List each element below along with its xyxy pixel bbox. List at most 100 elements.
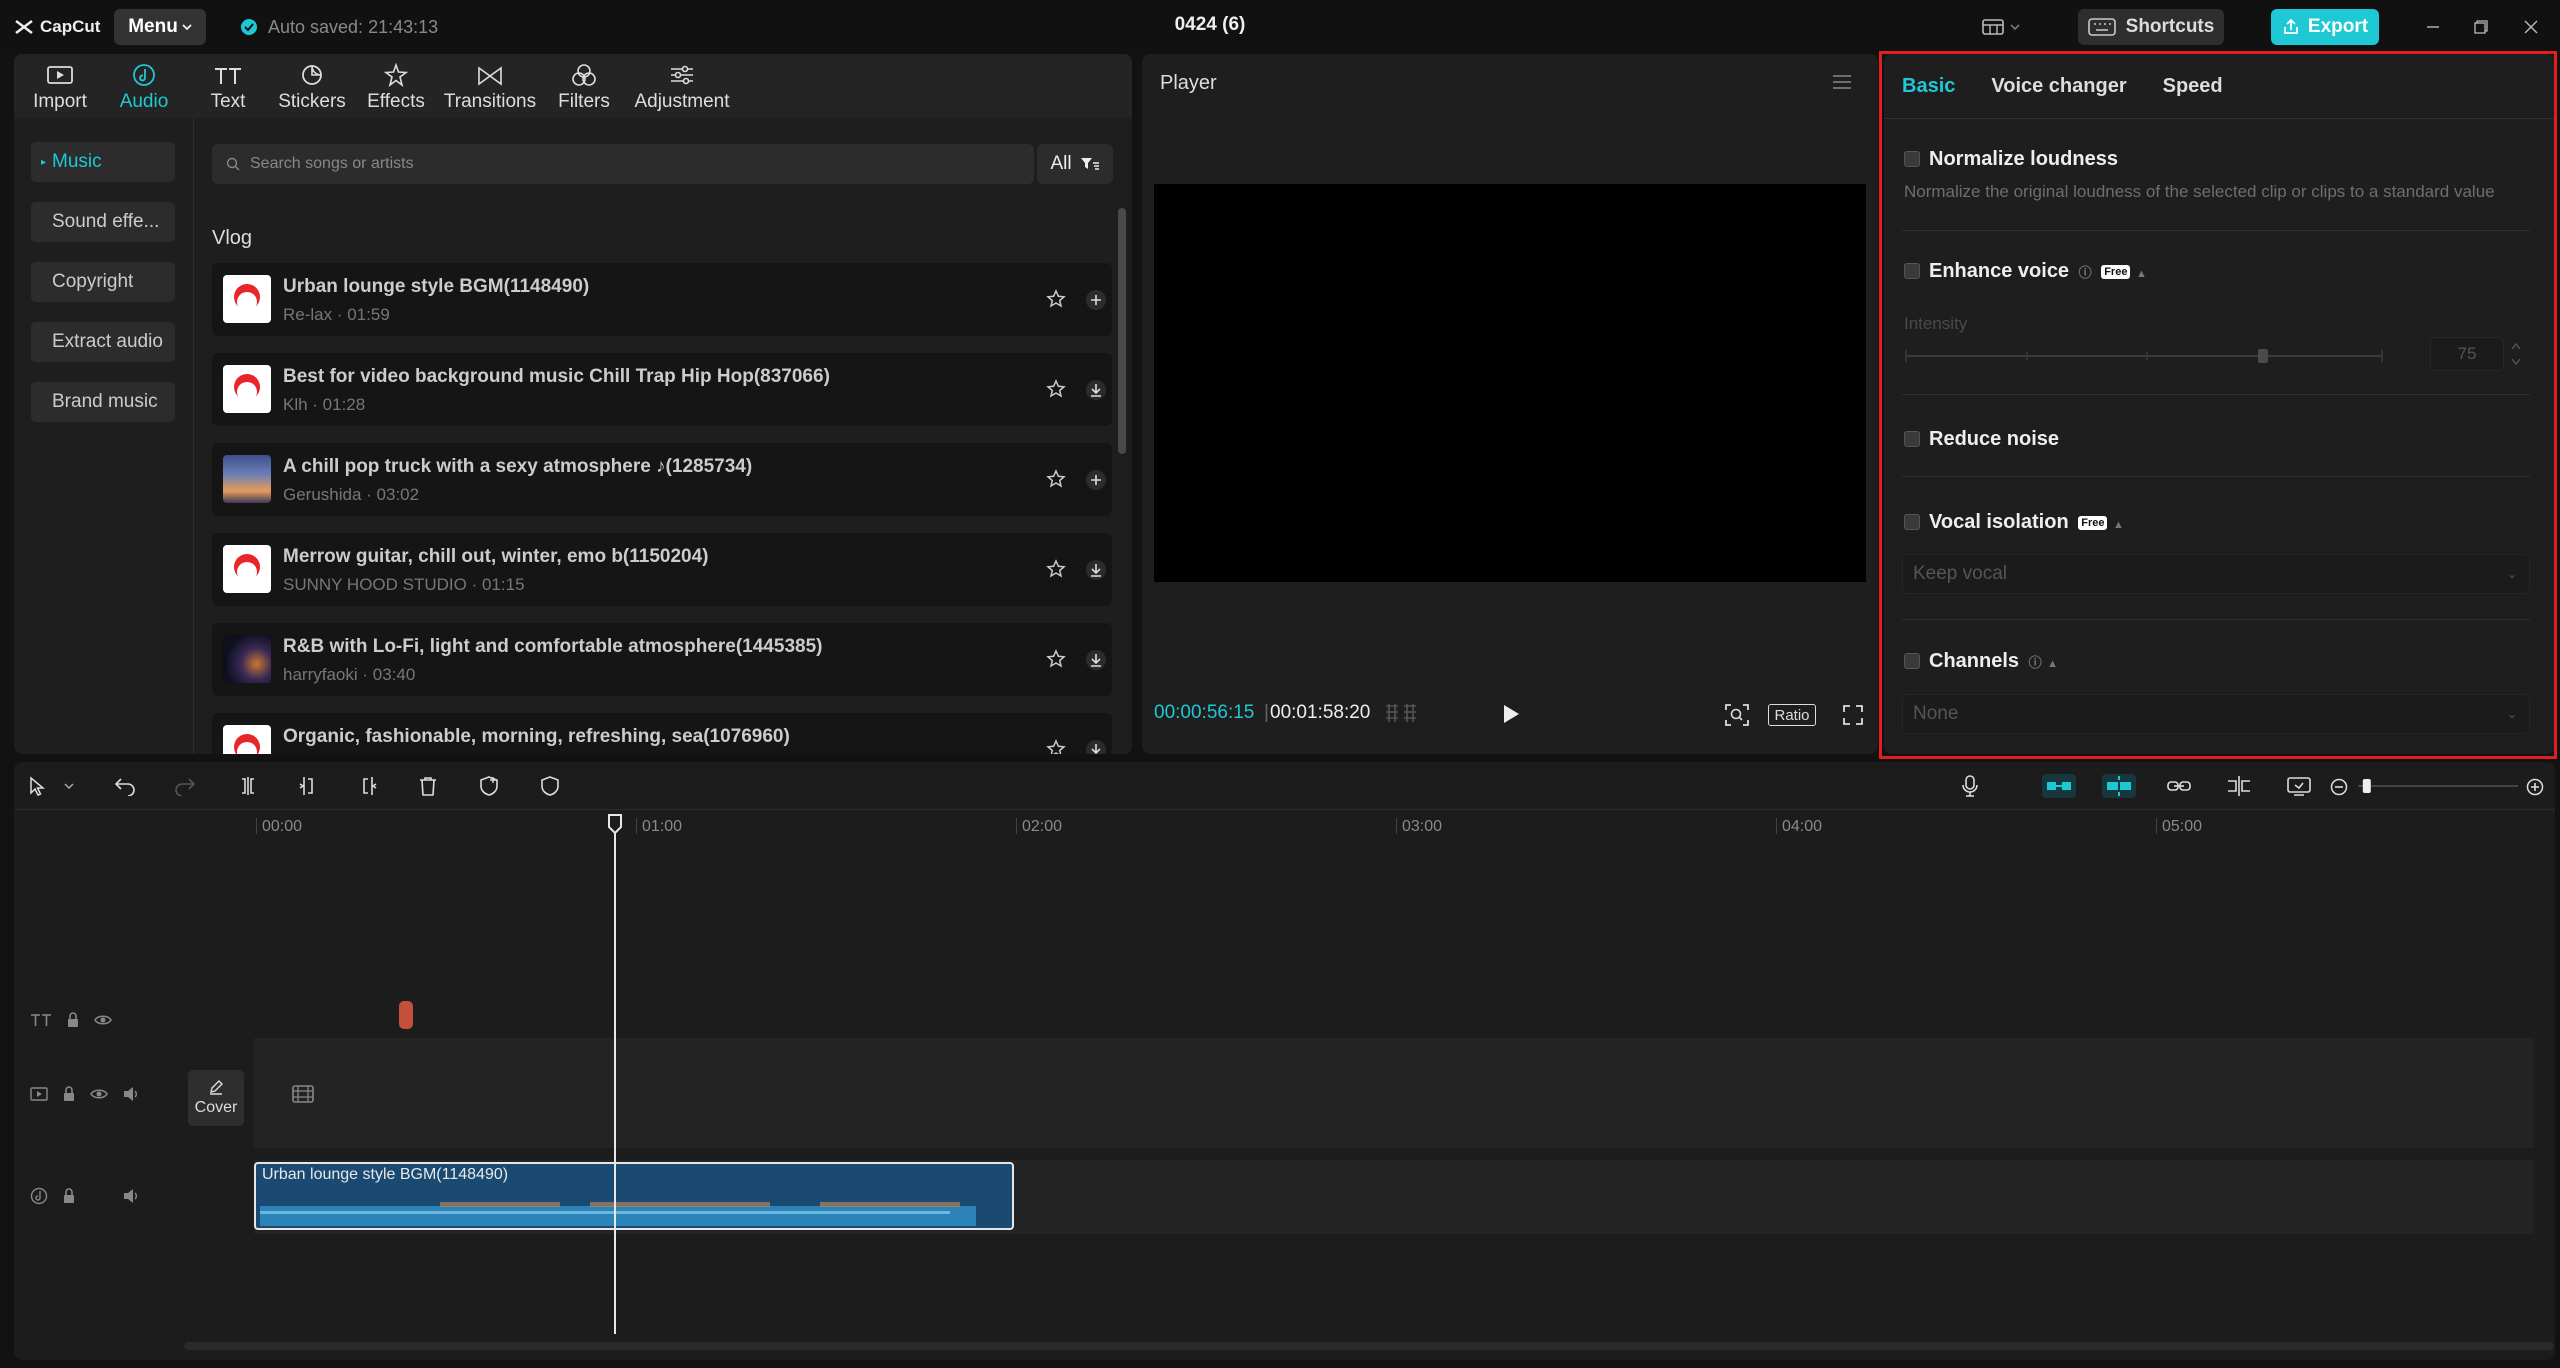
song-item[interactable]: Urban lounge style BGM(1148490) Re-lax ·… <box>212 263 1112 336</box>
sidebar-item-brand-music[interactable]: Brand music <box>31 382 175 422</box>
download-icon[interactable] <box>1085 379 1107 401</box>
enhance-voice-checkbox[interactable] <box>1904 263 1920 279</box>
help-icon[interactable]: ⓘ <box>2079 265 2092 280</box>
tab-transitions[interactable]: Transitions <box>438 54 542 118</box>
eye-icon[interactable] <box>90 1087 108 1101</box>
tab-voice-changer[interactable]: Voice changer <box>1991 75 2126 98</box>
menu-button[interactable]: Menu <box>114 9 206 45</box>
tab-basic[interactable]: Basic <box>1902 75 1955 98</box>
tab-adjustment[interactable]: Adjustment <box>626 54 738 118</box>
tab-effects[interactable]: Effects <box>354 54 438 118</box>
eye-icon[interactable] <box>94 1013 112 1027</box>
song-item[interactable]: A chill pop truck with a sexy atmosphere… <box>212 443 1112 516</box>
tab-import[interactable]: Import <box>18 54 102 118</box>
chevron-up-icon[interactable]: ▲ <box>2136 268 2147 280</box>
download-icon[interactable] <box>1085 559 1107 581</box>
favorite-star-icon[interactable] <box>1046 469 1066 489</box>
sidebar-item-extract-audio[interactable]: Extract audio <box>31 322 175 362</box>
song-title: Merrow guitar, chill out, winter, emo b(… <box>283 546 709 567</box>
intensity-slider[interactable] <box>1904 344 2384 368</box>
download-icon[interactable] <box>1085 649 1107 671</box>
restore-button[interactable] <box>2468 14 2494 40</box>
video-preview[interactable] <box>1154 184 1866 582</box>
tab-speed[interactable]: Speed <box>2163 75 2223 98</box>
add-icon[interactable] <box>1085 469 1107 491</box>
channels-checkbox[interactable] <box>1904 653 1920 669</box>
snap-toggle[interactable] <box>2102 774 2136 798</box>
song-item[interactable]: Best for video background music Chill Tr… <box>212 353 1112 426</box>
cover-button[interactable]: Cover <box>188 1070 244 1126</box>
download-icon[interactable] <box>1085 739 1107 754</box>
tab-text[interactable]: Text <box>186 54 270 118</box>
normalize-loudness-checkbox[interactable] <box>1904 151 1920 167</box>
playhead-handle[interactable] <box>607 814 623 834</box>
zoom-in-icon[interactable] <box>2526 778 2544 796</box>
shield-add-icon[interactable] <box>478 775 500 797</box>
delete-icon[interactable] <box>418 776 438 796</box>
link-clips-toggle[interactable] <box>2042 774 2076 798</box>
favorite-star-icon[interactable] <box>1046 649 1066 669</box>
tab-stickers[interactable]: Stickers <box>270 54 354 118</box>
export-button[interactable]: Export <box>2271 9 2379 45</box>
zoom-slider[interactable] <box>2358 776 2518 796</box>
microphone-icon[interactable] <box>1960 774 1980 798</box>
audio-clip[interactable]: Urban lounge style BGM(1148490) <box>254 1162 1014 1230</box>
ratio-button[interactable]: Ratio <box>1768 704 1816 726</box>
preview-axis-icon[interactable] <box>2286 775 2312 797</box>
minimize-button[interactable] <box>2420 14 2446 40</box>
fullscreen-icon[interactable] <box>1842 704 1864 726</box>
sidebar-item-sound-effects[interactable]: Sound effe... <box>31 202 175 242</box>
trim-right-icon[interactable] <box>358 776 378 796</box>
lock-icon[interactable] <box>62 1086 76 1102</box>
sidebar-item-music[interactable]: ▸ Music <box>31 142 175 182</box>
chevron-up-icon[interactable]: ▲ <box>2113 519 2124 531</box>
song-item[interactable]: Organic, fashionable, morning, refreshin… <box>212 713 1112 754</box>
waveform-list-icon[interactable] <box>1384 702 1418 724</box>
channels-select[interactable]: None ⌄ <box>1902 694 2530 734</box>
hamburger-menu-icon[interactable] <box>1832 74 1852 90</box>
text-clip[interactable] <box>399 1001 413 1029</box>
lock-icon[interactable] <box>62 1188 76 1204</box>
stepper-arrows-icon[interactable] <box>2511 340 2521 368</box>
video-track[interactable] <box>254 1038 2534 1148</box>
split-icon[interactable] <box>238 776 258 796</box>
song-item[interactable]: Merrow guitar, chill out, winter, emo b(… <box>212 533 1112 606</box>
search-input[interactable]: Search songs or artists <box>212 144 1034 184</box>
lock-icon[interactable] <box>66 1012 80 1028</box>
undo-icon[interactable] <box>114 776 136 796</box>
tab-filters[interactable]: Filters <box>542 54 626 118</box>
favorite-star-icon[interactable] <box>1046 379 1066 399</box>
split-preview-icon[interactable] <box>2226 775 2252 797</box>
library-scrollbar[interactable] <box>1118 208 1126 454</box>
play-icon[interactable] <box>1500 702 1522 726</box>
tab-audio[interactable]: Audio <box>102 54 186 118</box>
vocal-isolation-select[interactable]: Keep vocal ⌄ <box>1902 554 2530 594</box>
reduce-noise-checkbox[interactable] <box>1904 431 1920 447</box>
chevron-up-icon[interactable]: ▲ <box>2047 658 2058 670</box>
select-pointer-icon[interactable] <box>28 776 48 796</box>
favorite-star-icon[interactable] <box>1046 289 1066 309</box>
filter-all-button[interactable]: All <box>1037 144 1113 184</box>
shield-icon[interactable] <box>540 775 560 797</box>
intensity-stepper[interactable]: 75 <box>2430 337 2504 371</box>
chevron-down-icon[interactable] <box>64 782 74 790</box>
zoom-fit-icon[interactable] <box>1724 703 1750 727</box>
redo-icon[interactable] <box>174 776 196 796</box>
link-icon[interactable] <box>2166 776 2192 796</box>
favorite-star-icon[interactable] <box>1046 739 1066 754</box>
speaker-icon[interactable] <box>122 1086 140 1102</box>
song-item[interactable]: R&B with Lo-Fi, light and comfortable at… <box>212 623 1112 696</box>
add-icon[interactable] <box>1085 289 1107 311</box>
layout-button[interactable] <box>1982 15 2020 39</box>
vocal-isolation-checkbox[interactable] <box>1904 514 1920 530</box>
zoom-out-icon[interactable] <box>2330 778 2348 796</box>
close-button[interactable] <box>2518 14 2544 40</box>
speaker-icon[interactable] <box>122 1188 140 1204</box>
timeline-scrollbar[interactable] <box>184 1342 2554 1350</box>
help-icon[interactable]: ⓘ <box>2029 655 2042 670</box>
trim-left-icon[interactable] <box>298 776 318 796</box>
shortcuts-button[interactable]: Shortcuts <box>2078 9 2224 45</box>
playhead[interactable] <box>614 814 616 1334</box>
sidebar-item-copyright[interactable]: Copyright <box>31 262 175 302</box>
favorite-star-icon[interactable] <box>1046 559 1066 579</box>
